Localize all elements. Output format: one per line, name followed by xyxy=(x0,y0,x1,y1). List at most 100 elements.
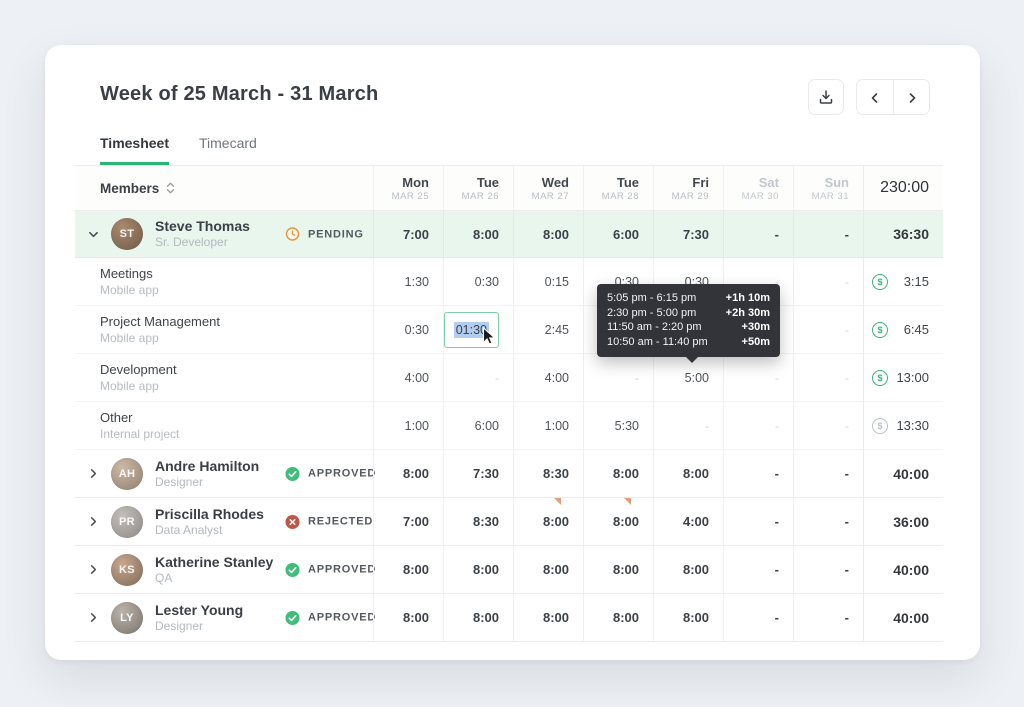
member-cell[interactable]: LY Lester Young Designer APPROVED xyxy=(75,594,375,641)
hours-cell[interactable]: - xyxy=(723,450,793,497)
tab-timecard[interactable]: Timecard xyxy=(199,135,257,165)
hours-cell[interactable]: 4:00 xyxy=(373,354,443,401)
hours-cell[interactable]: - xyxy=(793,211,863,257)
day-column-header-wed-27: Wed MAR 27 xyxy=(513,166,583,210)
hours-cell[interactable]: 1:00 xyxy=(373,402,443,449)
member-row: KS Katherine Stanley QA APPROVED 8:00 8:00 8:0… xyxy=(75,546,943,594)
hours-cell[interactable]: 8:00 xyxy=(583,498,653,545)
hours-cell[interactable]: 7:30 xyxy=(443,450,513,497)
hours-cell[interactable]: 8:00 xyxy=(513,594,583,641)
day-column-header-mon-25: Mon MAR 25 xyxy=(373,166,443,210)
hours-cell[interactable]: 4:00 xyxy=(653,498,723,545)
hours-cell[interactable]: 8:00 xyxy=(653,546,723,593)
day-name: Sat xyxy=(758,174,779,190)
chevron-right-icon[interactable] xyxy=(85,468,101,479)
hours-cell[interactable]: - xyxy=(723,594,793,641)
hours-cell[interactable]: 0:30 xyxy=(373,306,443,353)
hours-cell[interactable]: 8:30 xyxy=(513,450,583,497)
avatar: LY xyxy=(111,601,143,634)
hours-cell[interactable]: 8:00 xyxy=(513,211,583,257)
row-total-value: 40:00 xyxy=(893,465,929,482)
status-label: REJECTED xyxy=(308,515,374,528)
hours-cell[interactable]: - xyxy=(793,354,863,401)
tooltip-entry: 10:50 am - 11:40 pm +50m xyxy=(607,335,770,350)
next-week-button[interactable] xyxy=(893,80,929,114)
day-date: MAR 29 xyxy=(671,190,709,202)
hours-cell[interactable]: - xyxy=(723,354,793,401)
hours-cell[interactable]: 8:00 xyxy=(443,211,513,257)
hours-cell[interactable]: - xyxy=(723,402,793,449)
day-date: MAR 27 xyxy=(531,190,569,202)
chevron-right-icon[interactable] xyxy=(85,612,101,623)
prev-week-button[interactable] xyxy=(857,80,893,114)
hours-cell[interactable]: - xyxy=(793,450,863,497)
hours-cell[interactable]: 1:30 xyxy=(373,258,443,305)
member-cell[interactable]: ST Steve Thomas Sr. Developer PENDING xyxy=(75,211,373,257)
hours-cell[interactable]: 8:00 xyxy=(373,594,443,641)
hours-cell[interactable]: - xyxy=(443,354,513,401)
tooltip-duration: +1h 10m xyxy=(725,292,770,304)
table-body: ST Steve Thomas Sr. Developer PENDING 7:00 8:… xyxy=(75,211,943,642)
hours-cell[interactable]: 6:00 xyxy=(583,211,653,257)
hours-cell[interactable]: 6:00 xyxy=(443,402,513,449)
chevron-right-icon[interactable] xyxy=(85,516,101,527)
hours-cell[interactable]: 8:00 xyxy=(653,594,723,641)
nonbillable-dollar-icon: $ xyxy=(872,417,888,434)
hours-cell[interactable]: 2:45 xyxy=(513,306,583,353)
task-row: Other Internal project 1:00 6:00 1:00 5:30- - -… xyxy=(75,402,943,450)
hours-cell[interactable]: - xyxy=(793,402,863,449)
hours-cell[interactable]: 8:00 xyxy=(443,546,513,593)
hours-cell[interactable]: 8:00 xyxy=(513,498,583,545)
row-total-value: 13:30 xyxy=(896,418,929,433)
chevron-down-icon[interactable] xyxy=(85,229,101,240)
hours-cell[interactable]: 8:30 xyxy=(443,498,513,545)
hours-cell[interactable]: 8:00 xyxy=(583,594,653,641)
download-button[interactable] xyxy=(808,79,844,115)
day-name: Tue xyxy=(476,174,499,190)
hours-cell[interactable]: 0:15 xyxy=(513,258,583,305)
tab-timesheet[interactable]: Timesheet xyxy=(100,135,169,165)
hours-cell[interactable]: 7:00 xyxy=(373,211,443,257)
sort-icon[interactable] xyxy=(166,182,175,194)
hours-cell[interactable]: 7:30 xyxy=(653,211,723,257)
chevron-right-icon[interactable] xyxy=(85,564,101,575)
day-name: Wed xyxy=(541,174,569,190)
day-date: MAR 25 xyxy=(391,190,429,202)
status-badge: APPROVED xyxy=(285,562,376,577)
hours-cell[interactable]: 0:30 xyxy=(443,258,513,305)
hours-cell[interactable]: - xyxy=(723,546,793,593)
member-cell[interactable]: KS Katherine Stanley QA APPROVED xyxy=(75,546,376,593)
week-nav-group xyxy=(856,79,930,115)
hours-cell[interactable]: 8:00 xyxy=(653,450,723,497)
member-name: Lester Young xyxy=(155,601,244,618)
hours-cell[interactable]: - xyxy=(793,546,863,593)
hours-cell[interactable]: 8:00 xyxy=(513,546,583,593)
hours-cell[interactable]: - xyxy=(653,402,723,449)
hours-cell[interactable]: - xyxy=(583,354,653,401)
member-cell[interactable]: PR Priscilla Rhodes Data Analyst REJECTED xyxy=(75,498,373,545)
hours-cell[interactable]: - xyxy=(793,498,863,545)
hours-cell[interactable]: - xyxy=(793,594,863,641)
hours-cell[interactable]: 8:00 xyxy=(583,450,653,497)
task-cell: Project Management Mobile app xyxy=(75,306,373,353)
member-name: Katherine Stanley xyxy=(155,553,274,570)
hours-cell[interactable]: 5:30 xyxy=(583,402,653,449)
members-column-header[interactable]: Members xyxy=(75,166,373,210)
billable-dollar-icon: $ xyxy=(872,369,888,386)
hours-cell[interactable]: - xyxy=(793,258,863,305)
member-cell[interactable]: AH Andre Hamilton Designer APPROVED xyxy=(75,450,375,497)
hours-cell[interactable]: 7:00 xyxy=(373,498,443,545)
hours-cell[interactable]: - xyxy=(793,306,863,353)
hours-cell[interactable]: 8:00 xyxy=(373,546,443,593)
hours-cell[interactable]: 4:00 xyxy=(513,354,583,401)
hours-cell[interactable]: 01:30 xyxy=(443,306,513,353)
tooltip-time-range: 11:50 am - 2:20 pm xyxy=(607,321,702,333)
hours-cell[interactable]: 8:00 xyxy=(443,594,513,641)
hours-cell[interactable]: 1:00 xyxy=(513,402,583,449)
hours-cell[interactable]: - xyxy=(723,498,793,545)
hours-cell[interactable]: 8:00 xyxy=(373,450,443,497)
day-name: Mon xyxy=(402,174,429,190)
member-row: LY Lester Young Designer APPROVED 8:00 8:00 8:… xyxy=(75,594,943,642)
hours-cell[interactable]: - xyxy=(723,211,793,257)
hours-cell[interactable]: 8:00 xyxy=(583,546,653,593)
